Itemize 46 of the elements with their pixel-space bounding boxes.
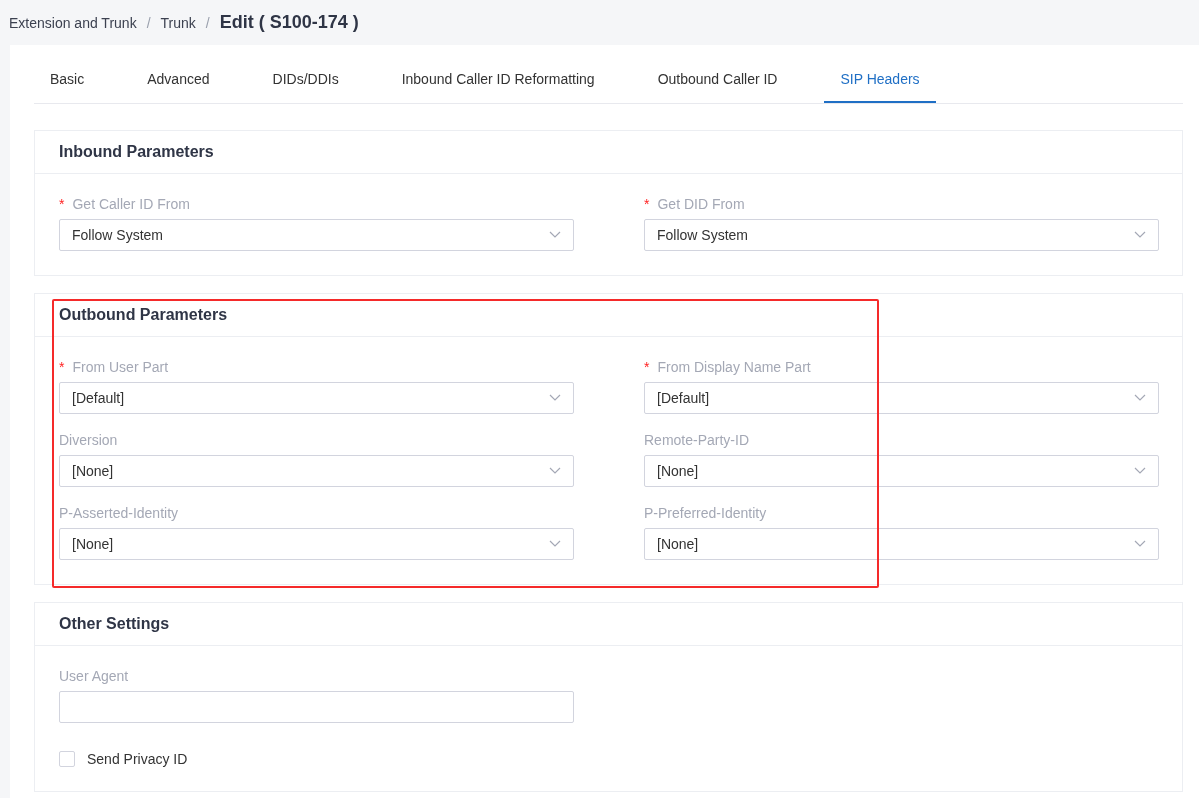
select-field[interactable]: Follow System (644, 219, 1159, 251)
chevron-down-icon (549, 540, 561, 548)
breadcrumb-link[interactable]: Extension and Trunk (9, 14, 137, 31)
field-label: User Agent (59, 668, 129, 684)
section-title: Inbound Parameters (59, 143, 214, 161)
input-field[interactable] (59, 691, 574, 723)
breadcrumb-separator: / (146, 14, 151, 31)
select-field[interactable]: [Default] (644, 382, 1159, 414)
field-label: Get DID From (657, 196, 745, 212)
field-label: From User Part (72, 359, 169, 375)
chevron-down-icon (1134, 394, 1146, 402)
breadcrumb-separator: / (205, 14, 210, 31)
tab[interactable]: Outbound Caller ID (641, 60, 794, 103)
field-label: Diversion (59, 432, 118, 448)
field-label: P-Preferred-Identity (644, 505, 767, 521)
chevron-down-icon (549, 394, 561, 402)
section-title: Other Settings (59, 615, 170, 633)
field-label: From Display Name Part (657, 359, 811, 375)
required-mark: * (59, 359, 65, 375)
section-title: Outbound Parameters (59, 306, 228, 324)
select-field[interactable]: [None] (644, 528, 1159, 560)
checkbox-label: Send Privacy ID (87, 751, 188, 767)
field-label: Remote-Party-ID (644, 432, 750, 448)
chevron-down-icon (1134, 231, 1146, 239)
chevron-down-icon (1134, 467, 1146, 475)
chevron-down-icon (549, 467, 561, 475)
select-field[interactable]: [None] (644, 455, 1159, 487)
checkbox[interactable] (59, 751, 75, 767)
tab[interactable]: DIDs/DDIs (256, 60, 355, 103)
tab[interactable]: Inbound Caller ID Reformatting (385, 60, 611, 103)
breadcrumb-link[interactable]: Trunk (160, 14, 196, 31)
field-label: P-Asserted-Identity (59, 505, 179, 521)
required-mark: * (644, 359, 650, 375)
tab[interactable]: Advanced (131, 60, 226, 103)
chevron-down-icon (1134, 540, 1146, 548)
select-field[interactable]: [Default] (59, 382, 574, 414)
chevron-down-icon (549, 231, 561, 239)
field-label: Get Caller ID From (72, 196, 190, 212)
select-field[interactable]: [None] (59, 455, 574, 487)
select-field[interactable]: Follow System (59, 219, 574, 251)
tab[interactable]: SIP Headers (824, 60, 936, 103)
page-title: Edit ( S100-174 ) (219, 12, 359, 33)
select-field[interactable]: [None] (59, 528, 574, 560)
tab[interactable]: Basic (34, 60, 101, 103)
required-mark: * (59, 196, 65, 212)
required-mark: * (644, 196, 650, 212)
